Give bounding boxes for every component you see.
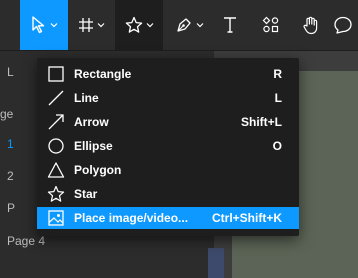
hand-icon xyxy=(303,16,318,34)
pen-icon xyxy=(176,18,191,32)
pen-tool-button[interactable] xyxy=(168,0,210,50)
menu-item-label: Rectangle xyxy=(74,67,132,81)
chevron-down-icon[interactable] xyxy=(97,22,105,28)
shortcut-label: Ctrl+Shift+K xyxy=(211,211,282,225)
canvas-selection-strip xyxy=(208,248,224,278)
panel-text: P xyxy=(7,201,16,215)
chevron-down-icon[interactable] xyxy=(50,22,58,28)
comment-icon xyxy=(334,16,352,34)
frame-icon xyxy=(78,18,93,32)
star-icon xyxy=(125,16,142,33)
menu-item-label: Ellipse xyxy=(74,139,113,153)
image-icon xyxy=(48,210,64,226)
chevron-down-icon[interactable] xyxy=(196,22,204,28)
text-tool-button[interactable] xyxy=(214,0,246,50)
resources-icon xyxy=(262,16,279,33)
menu-item-label: Polygon xyxy=(74,163,122,177)
panel-text: L xyxy=(7,65,14,79)
menu-item-polygon[interactable]: Polygon xyxy=(37,159,299,181)
cursor-icon xyxy=(31,16,44,34)
rectangle-icon xyxy=(48,66,64,82)
shortcut-label: R xyxy=(273,67,282,81)
ellipse-icon xyxy=(48,138,64,154)
menu-item-label: Star xyxy=(74,187,98,201)
move-tool-button[interactable] xyxy=(20,0,68,50)
menu-item-ellipse[interactable]: Ellipse O xyxy=(37,135,299,157)
shape-tools-button[interactable] xyxy=(115,0,163,50)
polygon-icon xyxy=(47,162,65,178)
shape-tools-menu: Rectangle R Line L Arrow Shift+L Ellipse… xyxy=(37,58,299,236)
panel-text: ge xyxy=(0,107,14,121)
page-item[interactable]: Page 4 xyxy=(7,234,45,248)
toolbar xyxy=(0,0,358,51)
shortcut-label: O xyxy=(272,139,282,153)
menu-item-label: Place image/video... xyxy=(74,211,189,225)
comment-tool-button[interactable] xyxy=(334,0,358,50)
menu-item-place-image[interactable]: Place image/video... Ctrl+Shift+K xyxy=(37,207,299,229)
line-icon xyxy=(48,90,64,106)
menu-item-star[interactable]: Star xyxy=(37,183,299,205)
panel-text: 1 xyxy=(7,137,14,151)
menu-item-line[interactable]: Line L xyxy=(37,87,299,109)
menu-item-label: Arrow xyxy=(74,115,109,129)
menu-item-arrow[interactable]: Arrow Shift+L xyxy=(37,111,299,133)
text-icon xyxy=(224,17,236,33)
menu-item-rectangle[interactable]: Rectangle R xyxy=(37,63,299,85)
chevron-down-icon[interactable] xyxy=(146,22,154,28)
arrow-icon xyxy=(48,114,64,130)
resources-tool-button[interactable] xyxy=(254,0,288,50)
frame-tool-button[interactable] xyxy=(70,0,112,50)
shortcut-label: Shift+L xyxy=(241,115,282,129)
star-icon xyxy=(47,185,65,202)
panel-text: 2 xyxy=(7,169,14,183)
menu-item-label: Line xyxy=(74,91,99,105)
shortcut-label: L xyxy=(274,91,282,105)
hand-tool-button[interactable] xyxy=(294,0,328,50)
